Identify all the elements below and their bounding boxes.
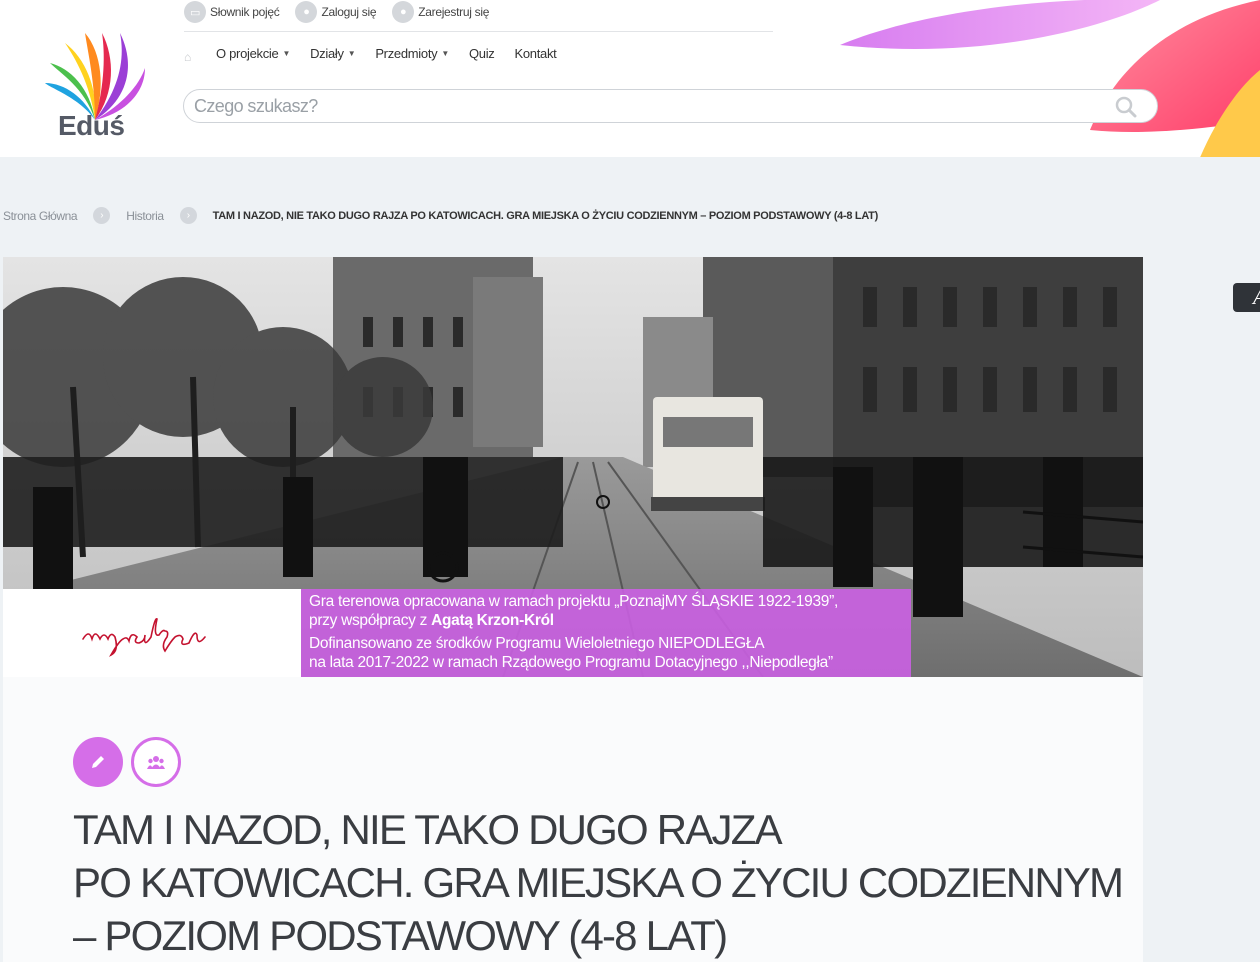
group-badge[interactable] [131,737,181,787]
caption-line-1: Gra terenowa opracowana w ramach projekt… [309,593,838,610]
signature-box [3,589,301,677]
chevron-right-icon: › [93,207,111,224]
logo-text[interactable]: Eduś [58,110,125,142]
register-link[interactable]: ● Zarejestruj się [392,1,489,23]
category-badges [73,737,181,787]
caret-down-icon: ▼ [347,48,356,58]
breadcrumb-current: TAM I NAZOD, NIE TAKO DUGO RAJZA PO KATO… [212,209,879,222]
search-bar [183,89,1158,123]
caret-down-icon: ▼ [282,48,291,58]
nav-quiz[interactable]: Quiz [469,46,495,61]
title-line-2: PO KATOWICACH. GRA MIEJSKA O ŻYCIU CODZI… [73,859,1124,906]
search-icon[interactable] [1115,96,1137,118]
group-icon [147,756,165,769]
caption-line-3: Dofinansowano ze środków Programu Wielol… [309,635,765,652]
breadcrumb-historia[interactable]: Historia [126,209,164,223]
header-divider [184,31,773,32]
niepodlegla-signature-logo [82,618,206,657]
hero-banner: Gra terenowa opracowana w ramach projekt… [3,257,1143,677]
site-header: Eduś ▭ Słownik pojęć ● Zaloguj się ● Zar… [0,0,1260,157]
home-icon[interactable]: ⌂ [184,50,196,64]
decorative-petals-graphic [840,0,1260,157]
title-line-3: – POZIOM PODSTAWOWY (4-8 LAT) [73,912,728,959]
nav-dzialy[interactable]: Działy ▼ [310,46,356,61]
breadcrumb-home[interactable]: Strona Główna [3,209,78,223]
caption-line-4: na lata 2017-2022 w ramach Rządowego Pro… [309,654,833,671]
top-links: ▭ Słownik pojęć ● Zaloguj się ● Zarejest… [184,1,489,23]
nav-przedmioty[interactable]: Przedmioty ▼ [375,46,449,61]
book-icon: ▭ [184,1,206,23]
main-nav: ⌂ O projekcie ▼ Działy ▼ Przedmioty ▼ Quiz … [184,44,557,65]
accessibility-tab[interactable]: A [1233,283,1260,312]
caption-line-2: przy współpracy z Agatą Krzon-Król [309,612,554,629]
login-link[interactable]: ● Zaloguj się [295,1,377,23]
pencil-badge[interactable] [73,737,123,787]
nav-o-projekcie[interactable]: O projekcie ▼ [216,46,290,61]
page-title: TAM I NAZOD, NIE TAKO DUGO RAJZA PO KATO… [73,803,1124,962]
caption-author: Agatą Krzon-Król [431,612,554,629]
chevron-right-icon: › [179,207,197,224]
breadcrumb: Strona Główna › Historia › TAM I NAZOD, … [3,207,878,224]
user-icon: ● [295,1,318,23]
pencil-icon [92,756,104,768]
caret-down-icon: ▼ [441,48,449,58]
nav-kontakt[interactable]: Kontakt [515,46,557,61]
search-input[interactable] [194,94,1094,118]
hero-caption: Gra terenowa opracowana w ramach projekt… [301,589,911,677]
glossary-link[interactable]: ▭ Słownik pojęć [184,1,280,23]
title-line-1: TAM I NAZOD, NIE TAKO DUGO RAJZA [73,806,783,853]
article-card: TAM I NAZOD, NIE TAKO DUGO RAJZA PO KATO… [3,677,1143,962]
user-icon: ● [392,1,415,23]
